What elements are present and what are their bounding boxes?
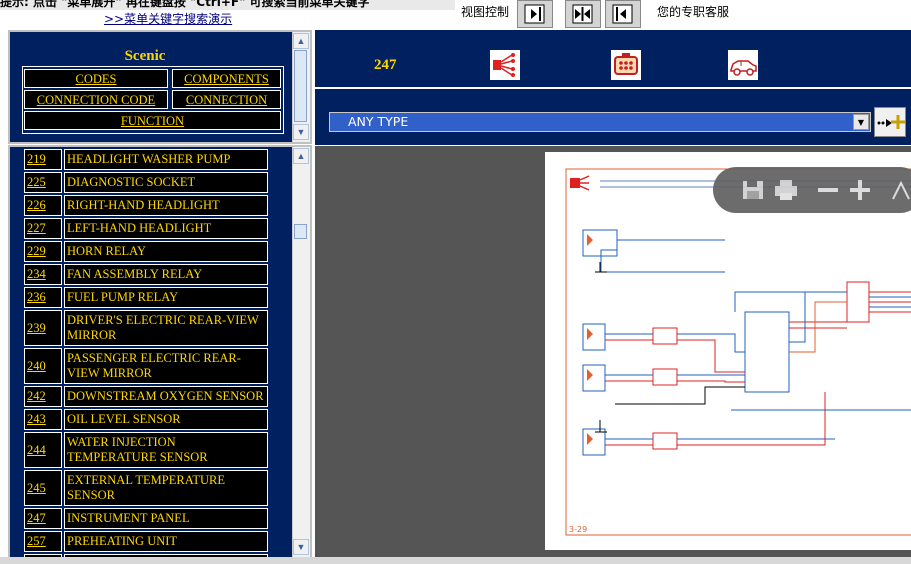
component-name[interactable]: EXTERNAL TEMPERATURE SENSOR	[64, 470, 268, 506]
save-icon[interactable]	[741, 179, 765, 201]
component-row[interactable]: 239 DRIVER'S ELECTRIC REAR-VIEW MIRROR	[24, 310, 270, 346]
components-button[interactable]: COMPONENTS	[172, 69, 281, 88]
connection-button[interactable]: CONNECTION	[172, 90, 281, 109]
connection-code-button[interactable]: CONNECTION CODE	[24, 90, 168, 109]
component-name[interactable]: DOWNSTREAM OXYGEN SENSOR	[64, 386, 268, 407]
component-row[interactable]: 229 HORN RELAY	[24, 241, 270, 262]
component-code-link[interactable]: 225	[24, 172, 62, 193]
top-bar: 提示: 点击 "菜单展开" 再在键盘按 "Ctrl+F" 可搜索当前菜单关键字 …	[0, 0, 911, 30]
component-row[interactable]: 234 FAN ASSEMBLY RELAY	[24, 264, 270, 285]
components-list-panel: 219 HEADLIGHT WASHER PUMP 225 DIAGNOSTIC SO…	[8, 145, 312, 559]
component-code-link[interactable]: 257	[24, 531, 62, 552]
vehicle-location-icon[interactable]	[728, 50, 758, 80]
model-title: Scenic	[124, 48, 166, 64]
component-name[interactable]: OIL LEVEL SENSOR	[64, 409, 268, 430]
scroll-up-icon[interactable]: ▲	[293, 33, 309, 49]
scroll-up-icon[interactable]: ▲	[293, 148, 309, 164]
component-code-link[interactable]: 242	[24, 386, 62, 407]
component-code-link[interactable]: 239	[24, 310, 62, 346]
component-name[interactable]: FUEL PUMP RELAY	[64, 287, 268, 308]
component-row[interactable]: 225 DIAGNOSTIC SOCKET	[24, 172, 270, 193]
hint-text: 提示: 点击 "菜单展开" 再在键盘按 "Ctrl+F" 可搜索当前菜单关键字	[0, 0, 455, 10]
diagram-header: 247	[315, 30, 911, 87]
connector-icon[interactable]	[611, 50, 641, 80]
component-code-link[interactable]: 247	[24, 508, 62, 529]
pdf-toolbar	[713, 167, 911, 213]
component-code-link[interactable]: 244	[24, 432, 62, 468]
component-name[interactable]: RIGHT-HAND HEADLIGHT	[64, 195, 268, 216]
scroll-thumb[interactable]	[294, 224, 307, 239]
filter-bar: ANY TYPE ▼	[315, 89, 911, 145]
component-row[interactable]: 243 OIL LEVEL SENSOR	[24, 409, 270, 430]
component-name[interactable]: FAN ASSEMBLY RELAY	[64, 264, 268, 285]
components-scrollbar[interactable]: ▲ ▼	[292, 147, 310, 557]
component-code-link[interactable]: 245	[24, 470, 62, 506]
component-code-link[interactable]: 243	[24, 409, 62, 430]
codes-button[interactable]: CODES	[24, 69, 168, 88]
component-row[interactable]: 236 FUEL PUMP RELAY	[24, 287, 270, 308]
model-panel-scrollbar[interactable]: ▲ ▼	[292, 32, 310, 142]
component-boxes	[582, 229, 870, 456]
arrow-right-icon	[524, 4, 545, 24]
component-row[interactable]: 219 HEADLIGHT WASHER PUMP	[24, 149, 270, 170]
page-label: 3-29	[569, 525, 587, 534]
diagram-viewer[interactable]: 3-29	[315, 146, 911, 564]
component-row[interactable]: 240 PASSENGER ELECTRIC REAR-VIEW MIRROR	[24, 348, 270, 384]
type-select[interactable]: ANY TYPE ▼	[329, 112, 871, 132]
component-name[interactable]: DRIVER'S ELECTRIC REAR-VIEW MIRROR	[64, 310, 268, 346]
chevron-down-icon[interactable]: ▼	[853, 114, 869, 130]
scroll-down-icon[interactable]: ▼	[293, 539, 309, 555]
component-name[interactable]: HORN RELAY	[64, 241, 268, 262]
diagram-number: 247	[374, 57, 397, 73]
expand-right-button[interactable]	[517, 0, 553, 28]
expand-left-button[interactable]	[605, 0, 641, 28]
model-panel: Scenic CODES COMPONENTS CONNECTION CODE …	[8, 30, 312, 144]
component-row[interactable]: 227 LEFT-HAND HEADLIGHT	[24, 218, 270, 239]
function-button[interactable]: FUNCTION	[24, 111, 281, 130]
zoom-in-icon[interactable]	[849, 179, 871, 201]
component-code-link[interactable]: 219	[24, 149, 62, 170]
component-row[interactable]: 244 WATER INJECTION TEMPERATURE SENSOR	[24, 432, 270, 468]
zoom-out-icon[interactable]	[817, 179, 839, 201]
print-icon[interactable]	[773, 179, 799, 201]
arrow-left-icon	[612, 4, 633, 24]
scroll-thumb[interactable]	[294, 50, 307, 122]
add-arrow-icon	[877, 115, 905, 129]
component-code-link[interactable]: 240	[24, 348, 62, 384]
components-list: 219 HEADLIGHT WASHER PUMP 225 DIAGNOSTIC SO…	[24, 149, 270, 557]
view-control-label: 视图控制	[461, 5, 510, 19]
component-name[interactable]: DIAGNOSTIC SOCKET	[64, 172, 268, 193]
component-row[interactable]: 226 RIGHT-HAND HEADLIGHT	[24, 195, 270, 216]
acrobat-icon[interactable]	[889, 179, 911, 201]
component-name[interactable]: PASSENGER ELECTRIC REAR-VIEW MIRROR	[64, 348, 268, 384]
component-name[interactable]: PREHEATING UNIT	[64, 531, 268, 552]
component-row[interactable]: 242 DOWNSTREAM OXYGEN SENSOR	[24, 386, 270, 407]
component-row[interactable]: 257 PREHEATING UNIT	[24, 531, 270, 552]
scroll-down-icon[interactable]: ▼	[293, 124, 309, 140]
component-name[interactable]: HEADLIGHT WASHER PUMP	[64, 149, 268, 170]
component-name[interactable]: WATER INJECTION TEMPERATURE SENSOR	[64, 432, 268, 468]
search-demo-link[interactable]: >>菜单关键字搜索演示	[104, 10, 232, 27]
wiring-icon[interactable]	[490, 50, 520, 80]
component-code-link[interactable]: 226	[24, 195, 62, 216]
service-link[interactable]: 您的专职客服	[657, 3, 729, 20]
component-row[interactable]: 247 INSTRUMENT PANEL	[24, 508, 270, 529]
component-name[interactable]: LEFT-HAND HEADLIGHT	[64, 218, 268, 239]
type-select-value: ANY TYPE	[348, 114, 409, 129]
bottom-scrollbar[interactable]	[0, 557, 911, 564]
split-view-icon	[572, 4, 593, 24]
component-code-link[interactable]: 229	[24, 241, 62, 262]
add-filter-button[interactable]	[874, 107, 906, 137]
split-view-button[interactable]	[565, 0, 601, 28]
component-code-link[interactable]: 234	[24, 264, 62, 285]
component-code-link[interactable]: 227	[24, 218, 62, 239]
component-row[interactable]: 245 EXTERNAL TEMPERATURE SENSOR	[24, 470, 270, 506]
component-code-link[interactable]: 236	[24, 287, 62, 308]
component-name[interactable]: INSTRUMENT PANEL	[64, 508, 268, 529]
